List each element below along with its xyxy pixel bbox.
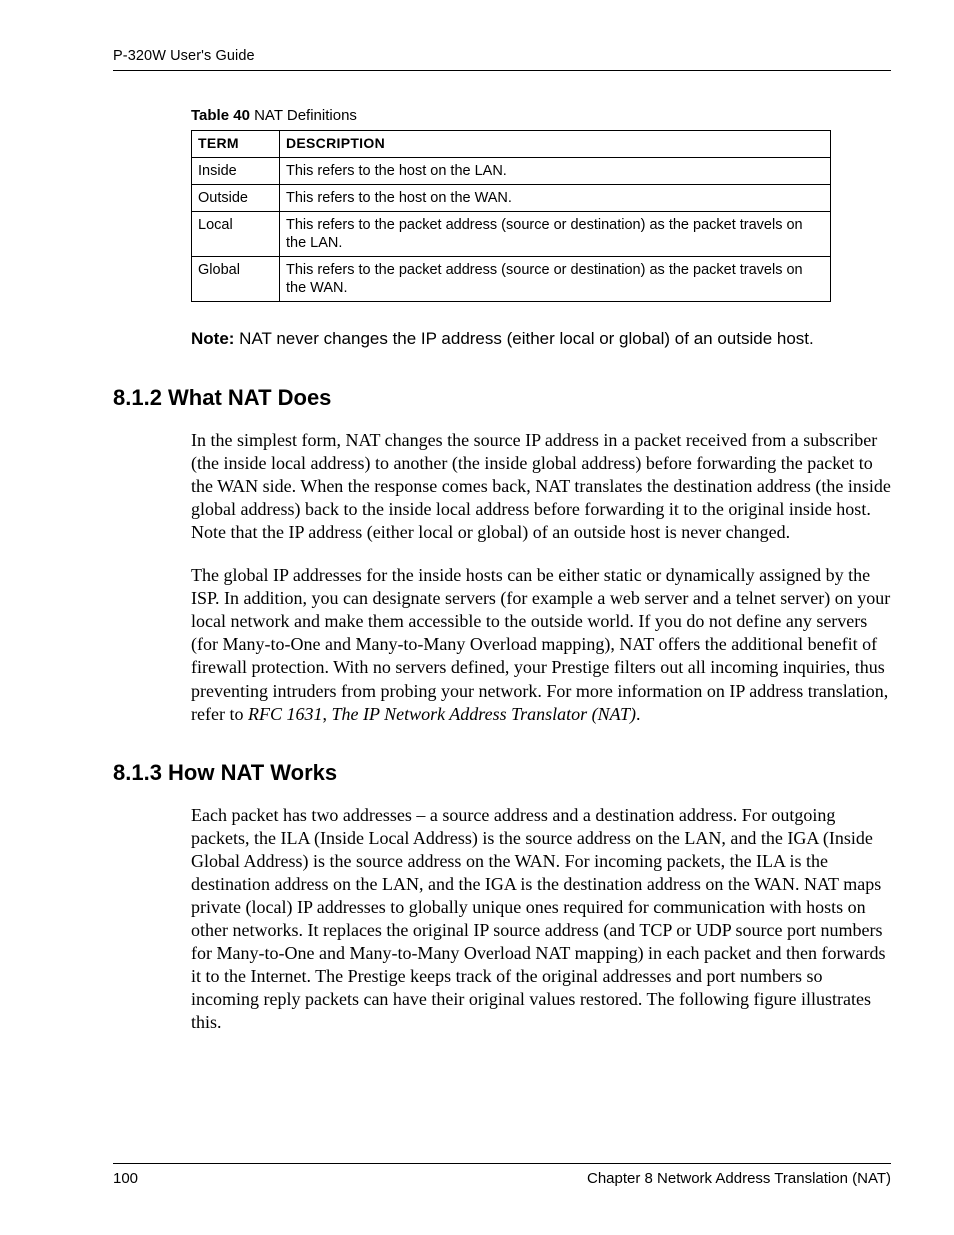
nat-definitions-table: TERM DESCRIPTION Inside This refers to t…	[191, 130, 831, 302]
table-block: Table 40 NAT Definitions TERM DESCRIPTIO…	[191, 107, 891, 351]
cell-term: Global	[192, 257, 280, 302]
section-heading-812: 8.1.2 What NAT Does	[113, 385, 891, 411]
table-caption-title: NAT Definitions	[250, 107, 357, 124]
table-row: Outside This refers to the host on the W…	[192, 184, 831, 211]
paragraph-text: .	[636, 704, 641, 724]
table-caption: Table 40 NAT Definitions	[191, 107, 891, 124]
paragraph-text: The global IP addresses for the inside h…	[191, 565, 890, 723]
table-caption-number: Table 40	[191, 107, 250, 124]
table-row: Inside This refers to the host on the LA…	[192, 157, 831, 184]
page-number: 100	[113, 1170, 138, 1187]
paragraph: The global IP addresses for the inside h…	[191, 564, 891, 725]
page-container: P-320W User's Guide Table 40 NAT Definit…	[0, 0, 954, 1235]
rfc-reference: RFC 1631	[248, 704, 323, 724]
cell-term: Local	[192, 211, 280, 256]
page-footer: 100 Chapter 8 Network Address Translatio…	[113, 1163, 891, 1187]
cell-description: This refers to the host on the LAN.	[280, 157, 831, 184]
chapter-label: Chapter 8 Network Address Translation (N…	[587, 1170, 891, 1187]
paragraph: In the simplest form, NAT changes the so…	[191, 429, 891, 544]
cell-description: This refers to the packet address (sourc…	[280, 257, 831, 302]
rfc-title: The IP Network Address Translator (NAT)	[331, 704, 636, 724]
note-text: NAT never changes the IP address (either…	[234, 329, 813, 348]
cell-term: Inside	[192, 157, 280, 184]
paragraph: Each packet has two addresses – a source…	[191, 804, 891, 1034]
note-block: Note: NAT never changes the IP address (…	[191, 328, 891, 351]
note-label: Note:	[191, 329, 234, 348]
section-812-body: In the simplest form, NAT changes the so…	[191, 429, 891, 725]
col-header-description: DESCRIPTION	[280, 131, 831, 158]
cell-description: This refers to the packet address (sourc…	[280, 211, 831, 256]
table-row: Global This refers to the packet address…	[192, 257, 831, 302]
col-header-term: TERM	[192, 131, 280, 158]
cell-description: This refers to the host on the WAN.	[280, 184, 831, 211]
table-row: Local This refers to the packet address …	[192, 211, 831, 256]
cell-term: Outside	[192, 184, 280, 211]
table-header-row: TERM DESCRIPTION	[192, 131, 831, 158]
section-813-body: Each packet has two addresses – a source…	[191, 804, 891, 1034]
section-heading-813: 8.1.3 How NAT Works	[113, 760, 891, 786]
running-header: P-320W User's Guide	[113, 48, 891, 71]
